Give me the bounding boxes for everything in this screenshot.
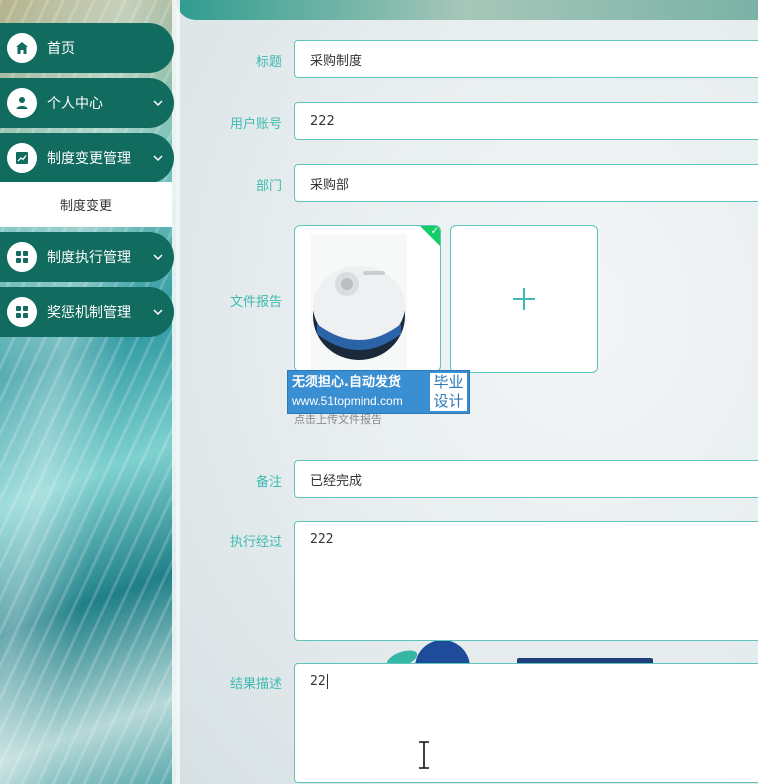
department-value: 采购部: [310, 177, 350, 193]
chevron-down-icon: [153, 309, 163, 316]
title-label: 标题: [255, 55, 282, 70]
watermark-slogan: 无须担心.自动发货: [292, 375, 401, 390]
sidebar-subitem-policy-change[interactable]: 制度变更: [0, 182, 172, 227]
execution-label: 执行经过: [229, 535, 282, 550]
account-input[interactable]: 222: [294, 102, 758, 140]
robot-vacuum-image: [311, 234, 407, 370]
check-icon: ✓: [430, 226, 439, 237]
sidebar-item-reward-punishment[interactable]: 奖惩机制管理: [0, 287, 174, 337]
department-input[interactable]: 采购部: [294, 164, 758, 202]
chevron-down-icon: [153, 100, 163, 107]
plus-icon: [513, 288, 535, 310]
execution-value: 222: [310, 532, 334, 547]
uploaded-file-thumbnail[interactable]: ✓: [294, 225, 441, 372]
file-report-label: 文件报告: [229, 295, 282, 310]
text-caret: [326, 674, 328, 689]
sidebar-item-label: 首页: [47, 41, 75, 57]
sidebar-item-policy-execution[interactable]: 制度执行管理: [0, 232, 174, 282]
grid-icon: [7, 242, 37, 272]
sidebar-item-label: 个人中心: [47, 96, 103, 112]
remark-label: 备注: [255, 475, 282, 490]
watermark-tag-top: 毕业: [433, 373, 464, 391]
sidebar-item-home[interactable]: 首页: [0, 23, 174, 73]
sidebar-item-label: 制度执行管理: [47, 250, 131, 266]
sidebar-item-policy-change[interactable]: 制度变更管理: [0, 133, 174, 183]
upload-add-button[interactable]: [450, 225, 598, 373]
chevron-down-icon: [153, 254, 163, 261]
chevron-down-icon: [153, 155, 163, 162]
title-input[interactable]: 采购制度: [294, 40, 758, 78]
sidebar-item-label: 奖惩机制管理: [47, 305, 131, 321]
result-label: 结果描述: [229, 677, 282, 692]
watermark-tag-bottom: 设计: [433, 392, 464, 410]
account-label: 用户账号: [229, 117, 282, 132]
sidebar-divider: [172, 0, 180, 784]
user-icon: [7, 88, 37, 118]
text-cursor-icon: [419, 741, 429, 769]
result-textarea[interactable]: 22: [294, 663, 758, 783]
header-strip: [176, 0, 758, 20]
department-label: 部门: [255, 179, 282, 194]
result-value: 22: [310, 674, 326, 689]
sidebar-item-label: 制度变更管理: [47, 151, 131, 167]
title-value: 采购制度: [310, 53, 363, 69]
remark-input[interactable]: 已经完成: [294, 460, 758, 498]
sidebar-subitem-label: 制度变更: [59, 199, 112, 214]
execution-textarea[interactable]: 222: [294, 521, 758, 641]
chart-icon: [7, 143, 37, 173]
upload-success-badge: ✓: [419, 226, 440, 247]
sidebar-item-profile[interactable]: 个人中心: [0, 78, 174, 128]
remark-value: 已经完成: [310, 473, 363, 489]
home-icon: [7, 33, 37, 63]
account-value: 222: [310, 113, 335, 129]
watermark-banner: 无须担心.自动发货 www.51topmind.com 毕业 设计: [287, 370, 470, 414]
grid-icon: [7, 297, 37, 327]
watermark-url: www.51topmind.com: [292, 394, 403, 408]
